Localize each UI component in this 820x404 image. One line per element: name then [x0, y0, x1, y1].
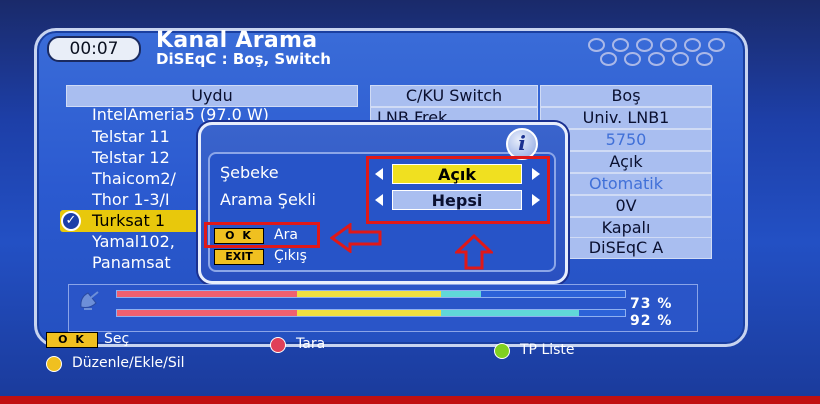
footer-yellow-label: Düzenle/Ekle/Sil — [72, 355, 185, 371]
footer-ok-key[interactable]: O K — [46, 332, 98, 348]
satellite-item-selected[interactable]: Turksat 1 — [92, 210, 165, 232]
right-value-0[interactable]: Univ. LNB1 — [540, 107, 712, 129]
satellite-item[interactable]: Telstar 12 — [92, 147, 170, 169]
strength-seg-yellow — [297, 291, 441, 297]
signal-strength-percent: 73 % — [630, 296, 673, 312]
clock: 00:07 — [47, 36, 141, 62]
ckuswitch-header[interactable]: C/KU Switch — [370, 85, 538, 107]
search-mode-label: Arama Şekli — [220, 190, 316, 209]
satellite-dish-icon — [80, 291, 99, 310]
signal-quality-percent: 92 % — [630, 313, 673, 329]
red-button-icon[interactable] — [270, 337, 286, 353]
yellow-button-icon[interactable] — [46, 356, 62, 372]
satellite-item[interactable]: Panamsat — [92, 252, 171, 274]
strength-seg-red — [117, 291, 297, 297]
quality-seg-red — [117, 310, 297, 316]
tv-screen: 00:07 Kanal Arama DiSEqC : Boş, Switch U… — [0, 0, 820, 404]
quality-seg-cyan — [441, 310, 579, 316]
satellite-item[interactable]: Thaicom2/ — [92, 168, 176, 190]
satellite-item[interactable]: Telstar 11 — [92, 126, 170, 148]
up-arrow-annotation-icon — [455, 234, 493, 270]
network-label: Şebeke — [220, 163, 279, 182]
switch-value-header[interactable]: Boş — [540, 85, 712, 107]
values-highlight-box — [366, 156, 550, 224]
quality-seg-yellow — [297, 310, 441, 316]
ok-highlight-box — [204, 222, 320, 248]
exit-action-label: Çıkış — [274, 248, 307, 264]
bottom-edge — [0, 396, 820, 404]
satellite-item[interactable]: Thor 1-3/I — [92, 189, 170, 211]
footer-ok-label: Seç — [104, 331, 130, 347]
exit-key-badge[interactable]: EXIT — [214, 249, 264, 265]
footer-red-label: Tara — [296, 336, 326, 352]
footer-green-label: TP Liste — [520, 342, 575, 358]
checkmark-icon: ✓ — [61, 211, 81, 231]
green-button-icon[interactable] — [494, 343, 510, 359]
decorative-dots — [588, 38, 728, 68]
left-arrow-annotation-icon — [330, 223, 382, 253]
satellite-item[interactable]: Yamal102, — [92, 231, 175, 253]
strength-seg-cyan — [441, 291, 481, 297]
page-subtitle: DiSEqC : Boş, Switch — [156, 50, 331, 68]
